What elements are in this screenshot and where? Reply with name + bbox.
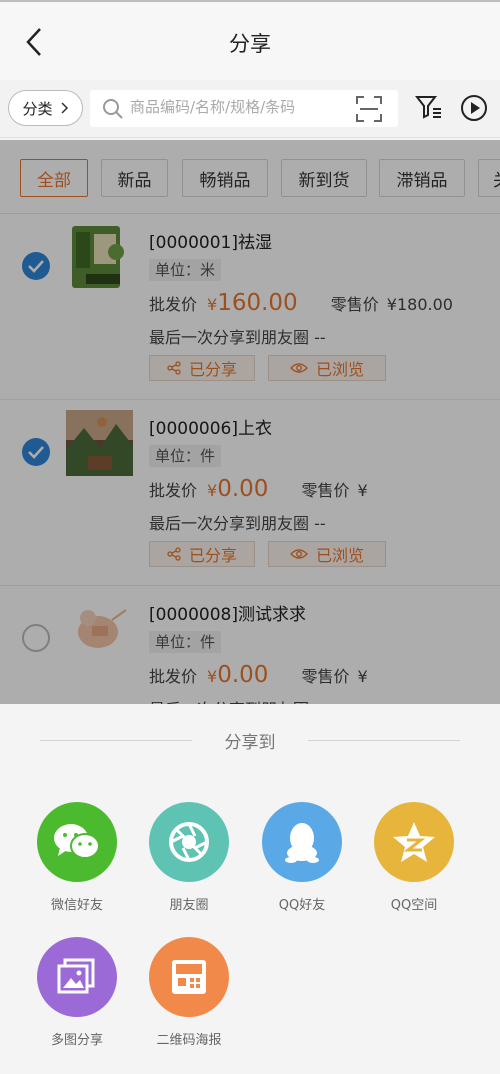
scan-icon[interactable] [356,96,382,122]
wechat-icon [37,802,117,882]
page-title: 分享 [229,32,271,56]
filter-icon[interactable] [415,94,443,120]
share-option-label: QQ空间 [390,898,438,913]
share-option-label: QQ好友 [278,898,326,913]
qrcode-poster-icon [149,937,229,1017]
search-input[interactable] [130,98,350,116]
share-multi-image[interactable]: 多图分享 [27,937,127,1048]
share-moments[interactable]: 朋友圈 [139,802,239,913]
share-option-label: 二维码海报 [156,1033,222,1048]
share-sheet: 分享到 微信好友 朋友圈 QQ好友 QQ空间 多图分享 二维码海报 [0,704,500,1074]
divider-right [308,740,460,741]
qzone-icon [374,802,454,882]
category-button[interactable]: 分类 [8,90,83,126]
search-box[interactable] [90,90,398,127]
share-qzone[interactable]: QQ空间 [364,802,464,913]
share-option-label: 朋友圈 [169,898,209,913]
qq-icon [262,802,342,882]
share-wechat-friends[interactable]: 微信好友 [27,802,127,913]
multi-image-icon [37,937,117,1017]
share-option-label: 多图分享 [50,1033,103,1048]
share-qrcode-poster[interactable]: 二维码海报 [139,937,239,1048]
modal-backdrop[interactable] [0,140,500,704]
search-icon [103,99,123,119]
play-icon[interactable] [460,94,488,122]
moments-icon [149,802,229,882]
share-option-label: 微信好友 [50,898,103,913]
category-label: 分类 [22,99,53,118]
top-bar: 分享 [0,0,500,80]
chevron-right-icon [60,102,68,114]
share-qq-friends[interactable]: QQ好友 [252,802,352,913]
